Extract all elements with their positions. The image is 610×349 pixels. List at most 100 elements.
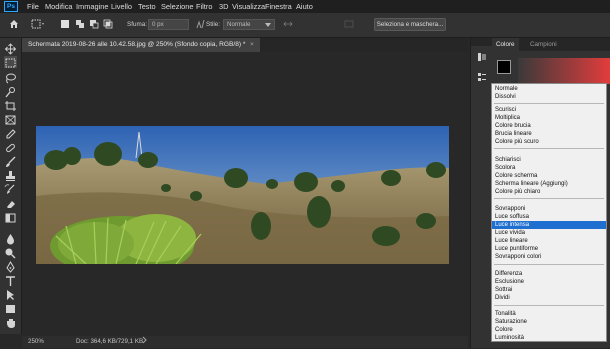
- select-and-mask-button[interactable]: Seleziona e maschera...: [374, 18, 446, 31]
- dock-header: [471, 38, 493, 46]
- document-tab-title: Schermata 2019-08-26 alle 10.42.58.jpg @…: [28, 41, 246, 48]
- document-tab[interactable]: Schermata 2019-08-26 alle 10.42.58.jpg @…: [22, 38, 260, 52]
- clone-stamp-tool-icon[interactable]: [4, 169, 17, 181]
- blend-mode-item[interactable]: Sottrai: [492, 286, 606, 294]
- history-panel-icon[interactable]: [477, 49, 487, 67]
- menu-selezione[interactable]: Selezione: [161, 0, 193, 13]
- blend-mode-item[interactable]: Luce lineare: [492, 237, 606, 245]
- canvas-area[interactable]: [22, 52, 468, 336]
- properties-panel-icon[interactable]: [477, 69, 487, 87]
- quick-selection-tool-icon[interactable]: [4, 85, 17, 98]
- blend-mode-item[interactable]: Sovrapponi: [492, 205, 606, 213]
- blend-mode-item[interactable]: Esclusione: [492, 278, 606, 286]
- menu-finestra[interactable]: Finestra: [265, 0, 292, 13]
- options-bar: Sfuma: 0 px Stile: Normale Seleziona e m…: [0, 13, 610, 38]
- status-menu-chevron-icon[interactable]: [142, 336, 147, 349]
- blend-mode-item[interactable]: Colore: [492, 326, 606, 334]
- tab-colore[interactable]: Colore: [492, 38, 519, 51]
- move-tool-icon[interactable]: [4, 42, 17, 55]
- subtract-from-selection-icon[interactable]: [89, 19, 99, 29]
- width-swap-icon[interactable]: [283, 19, 293, 29]
- blend-mode-item[interactable]: Differenza: [492, 270, 606, 278]
- add-to-selection-icon[interactable]: [75, 19, 85, 29]
- blend-mode-item[interactable]: Schiarisci: [492, 156, 606, 164]
- brush-tool-icon[interactable]: [4, 155, 17, 167]
- close-tab-icon[interactable]: ×: [250, 38, 254, 52]
- blend-mode-item[interactable]: Scherma lineare (Aggiungi): [492, 180, 606, 188]
- menu-aiuto[interactable]: Aiuto: [296, 0, 313, 13]
- chevron-down-icon: [265, 23, 271, 27]
- style-select[interactable]: Normale: [223, 19, 275, 30]
- lasso-tool-icon[interactable]: [4, 71, 17, 84]
- blend-mode-item[interactable]: Dividi: [492, 294, 606, 302]
- blur-tool-icon[interactable]: [4, 232, 17, 245]
- menu-divider: [494, 148, 604, 149]
- zoom-level[interactable]: 250%: [28, 336, 44, 348]
- pen-tool-icon[interactable]: [4, 260, 17, 273]
- blend-mode-item[interactable]: Moltiplica: [492, 114, 606, 122]
- rectangular-marquee-tool-icon[interactable]: [4, 56, 17, 68]
- style-select-value: Normale: [227, 21, 251, 28]
- blend-mode-item[interactable]: Colore scherma: [492, 172, 606, 180]
- menu-divider: [494, 103, 604, 104]
- blend-mode-dropdown[interactable]: Normale Dissolvi Scurisci Moltiplica Col…: [491, 83, 607, 342]
- height-field-icon: [344, 19, 354, 29]
- document-image[interactable]: [36, 126, 449, 264]
- intersect-selection-icon[interactable]: [103, 19, 113, 29]
- blend-mode-item[interactable]: Tonalità: [492, 310, 606, 318]
- history-brush-tool-icon[interactable]: [4, 183, 17, 195]
- anti-alias-icon[interactable]: [196, 19, 206, 29]
- photoshop-logo: Ps: [4, 1, 18, 12]
- frame-tool-icon[interactable]: [4, 113, 17, 125]
- menu-modifica[interactable]: Modifica: [45, 0, 73, 13]
- home-icon[interactable]: [9, 19, 19, 29]
- menu-filtro[interactable]: Filtro: [196, 0, 212, 13]
- dodge-tool-icon[interactable]: [4, 246, 17, 259]
- new-selection-icon[interactable]: [60, 19, 70, 29]
- blend-mode-item[interactable]: Colore più chiaro: [492, 188, 606, 196]
- blend-mode-item[interactable]: Saturazione: [492, 318, 606, 326]
- tab-campioni[interactable]: Campioni: [526, 38, 561, 51]
- menu-immagine[interactable]: Immagine: [76, 0, 108, 13]
- foreground-color-swatch[interactable]: [497, 60, 511, 74]
- menu-bar: Ps File Modifica Immagine Livello Testo …: [0, 0, 610, 13]
- status-bar: 250% Doc: 364,6 KB/729,1 KB: [22, 336, 468, 348]
- menu-divider: [494, 198, 604, 199]
- feather-label: Sfuma:: [127, 21, 147, 28]
- menu-testo[interactable]: Testo: [138, 0, 156, 13]
- style-label: Stile:: [206, 21, 220, 28]
- blend-mode-item[interactable]: Luce puntiforme: [492, 245, 606, 253]
- blend-mode-item[interactable]: Luminosità: [492, 334, 606, 342]
- menu-3d[interactable]: 3D: [219, 0, 228, 13]
- color-spectrum[interactable]: [518, 58, 610, 84]
- menu-livello[interactable]: Livello: [111, 0, 132, 13]
- marquee-tool-preset-icon[interactable]: [31, 19, 44, 29]
- blend-mode-item[interactable]: Brucia lineare: [492, 130, 606, 138]
- rectangle-tool-icon[interactable]: [4, 302, 17, 314]
- gradient-tool-icon[interactable]: [4, 211, 17, 223]
- menu-file[interactable]: File: [27, 0, 39, 13]
- tab-strip: [260, 38, 468, 52]
- hand-tool-icon[interactable]: [4, 316, 17, 328]
- blend-mode-item[interactable]: Scolora: [492, 164, 606, 172]
- crop-tool-icon[interactable]: [4, 99, 17, 111]
- blend-mode-item-selected[interactable]: Luce intensa: [492, 221, 606, 229]
- path-selection-tool-icon[interactable]: [4, 288, 17, 300]
- toolbox: [0, 38, 22, 334]
- blend-mode-item[interactable]: Luce vivida: [492, 229, 606, 237]
- blend-mode-item[interactable]: Luce soffusa: [492, 213, 606, 221]
- blend-mode-item[interactable]: Colore brucia: [492, 122, 606, 130]
- feather-input[interactable]: 0 px: [148, 19, 189, 30]
- healing-brush-tool-icon[interactable]: [4, 141, 17, 153]
- panel-tabs: Colore Campioni: [492, 38, 610, 51]
- type-tool-icon[interactable]: [4, 274, 17, 286]
- blend-mode-item[interactable]: Normale: [492, 85, 606, 93]
- blend-mode-item[interactable]: Sovrapponi colori: [492, 253, 606, 261]
- menu-visualizza[interactable]: Visualizza: [232, 0, 265, 13]
- blend-mode-item[interactable]: Scurisci: [492, 106, 606, 114]
- eraser-tool-icon[interactable]: [4, 197, 17, 209]
- doc-size-info[interactable]: Doc: 364,6 KB/729,1 KB: [76, 336, 143, 348]
- blend-mode-item[interactable]: Colore più scuro: [492, 138, 606, 146]
- blend-mode-item[interactable]: Dissolvi: [492, 93, 606, 101]
- eyedropper-tool-icon[interactable]: [4, 127, 17, 139]
